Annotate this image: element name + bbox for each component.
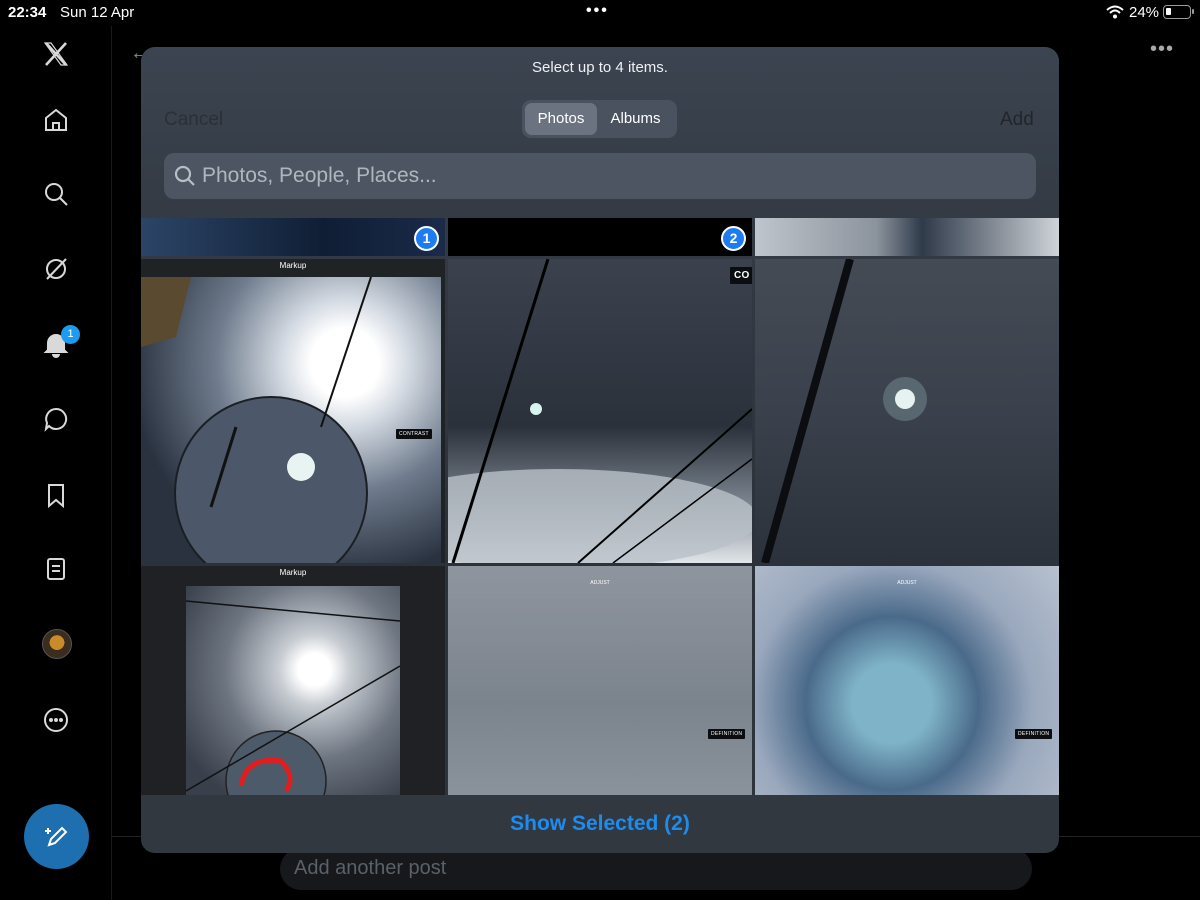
add-another-post-field[interactable]: Add another post <box>280 848 1032 890</box>
avatar[interactable] <box>42 629 72 659</box>
status-bar: 22:34 Sun 12 Apr ••• 24% <box>0 0 1200 26</box>
status-time: 22:34 <box>8 4 47 21</box>
list-icon[interactable] <box>40 553 72 585</box>
thumb-definition-tag: DEFINITION <box>1015 729 1053 739</box>
compose-icon <box>44 826 67 847</box>
photo-search-bar <box>164 153 1036 199</box>
thumb-contrast-tag: CONTRAST <box>396 429 432 439</box>
photo-thumbnail[interactable] <box>755 218 1059 256</box>
photo-thumbnail[interactable]: CO <box>448 259 752 563</box>
photo-thumbnail[interactable]: Markup CONTRAST <box>141 259 445 563</box>
message-icon[interactable] <box>40 403 72 435</box>
wifi-icon <box>1106 5 1124 19</box>
cancel-button[interactable]: Cancel <box>164 109 223 131</box>
show-selected-bar: Show Selected (2) <box>141 795 1059 853</box>
battery-icon <box>1163 5 1194 19</box>
search-icon <box>174 165 195 186</box>
more-options-icon[interactable]: ••• <box>1150 38 1174 61</box>
more-icon[interactable] <box>40 704 72 736</box>
photo-search-input[interactable] <box>202 159 1022 193</box>
selection-badge: 1 <box>414 226 439 251</box>
photo-thumbnail[interactable]: ADJUST DEFINITION <box>448 566 752 795</box>
thumb-co-tag: CO <box>730 267 752 284</box>
thumb-markup-label: Markup <box>279 261 307 270</box>
source-segmented-control: Photos Albums <box>522 100 677 138</box>
notification-badge: 1 <box>61 325 80 344</box>
sidebar: 1 <box>0 26 112 900</box>
show-selected-button[interactable]: Show Selected (2) <box>510 812 690 835</box>
search-icon[interactable] <box>40 178 72 210</box>
photo-thumbnail[interactable]: ADJUST DEFINITION <box>755 566 1059 795</box>
battery-percent: 24% <box>1129 4 1160 21</box>
tab-albums[interactable]: Albums <box>597 103 674 135</box>
add-button[interactable]: Add <box>1000 109 1034 131</box>
thumb-markup-label: Markup <box>279 568 307 577</box>
tab-photos[interactable]: Photos <box>525 103 597 135</box>
thumb-definition-tag: DEFINITION <box>708 729 746 739</box>
photo-thumbnail[interactable]: 2 <box>448 218 752 256</box>
selection-badge: 2 <box>721 226 746 251</box>
grok-icon[interactable] <box>40 253 72 285</box>
photo-thumbnail[interactable]: Markup <box>141 566 445 795</box>
status-date: Sun 12 Apr <box>60 4 135 21</box>
photo-thumbnail[interactable]: 1 <box>141 218 445 256</box>
photo-picker-modal: Select up to 4 items. Cancel Photos Albu… <box>141 47 1059 853</box>
thumb-adjust-label: ADJUST <box>590 580 610 586</box>
picker-title: Select up to 4 items. <box>532 59 668 76</box>
bookmark-icon[interactable] <box>40 479 72 511</box>
home-icon[interactable] <box>40 104 72 136</box>
multitasking-dots-icon[interactable]: ••• <box>586 2 609 20</box>
compose-button[interactable] <box>24 804 89 869</box>
photo-thumbnail[interactable] <box>755 259 1059 563</box>
x-logo-icon[interactable] <box>40 38 72 70</box>
thumb-adjust-label: ADJUST <box>897 580 917 586</box>
